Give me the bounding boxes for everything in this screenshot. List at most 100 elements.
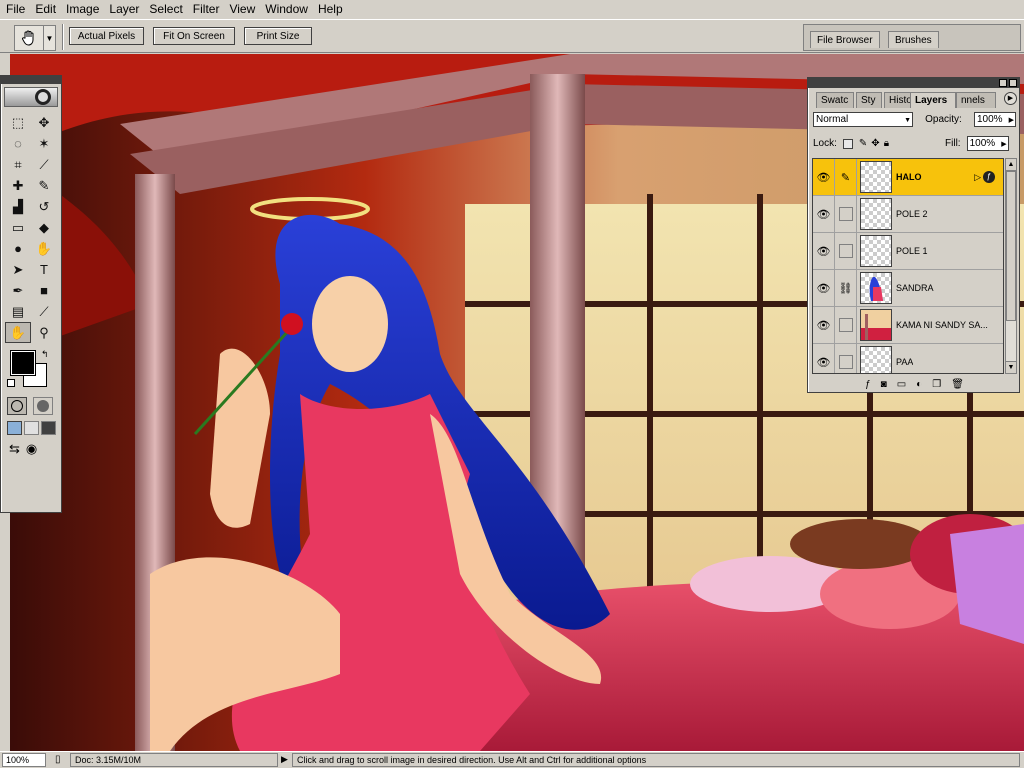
crop-tool-icon[interactable]: ⌗ [5, 154, 31, 175]
magic-wand-tool-icon[interactable]: ✶ [31, 133, 57, 154]
toolbox-titlebar[interactable] [1, 76, 61, 84]
fill-slider-arrow-icon[interactable]: ▶ [1001, 138, 1006, 151]
zoom-level-field[interactable]: 100% [2, 753, 46, 767]
jump-to-imageready-icon[interactable]: ⇆ [9, 441, 20, 457]
add-layer-mask-icon[interactable]: ◙ [881, 379, 887, 390]
effects-arrow-icon[interactable]: ▷ [974, 172, 981, 183]
photoshop-logo[interactable] [4, 87, 58, 107]
palette-menu-arrow-icon[interactable]: ▶ [1004, 92, 1017, 105]
add-layer-style-icon[interactable]: ƒ [865, 379, 871, 390]
lock-position-icon[interactable]: ✥ [871, 138, 879, 149]
tab-channels[interactable]: nnels [956, 92, 996, 108]
history-brush-tool-icon[interactable]: ↺ [31, 196, 57, 217]
path-selection-tool-icon[interactable]: ➤ [5, 259, 31, 280]
scroll-up-icon[interactable]: ▲ [1006, 159, 1016, 171]
eye-icon[interactable]: 👁︎ [813, 196, 835, 232]
menu-image[interactable]: Image [62, 0, 105, 19]
tab-layers[interactable]: Layers [910, 92, 956, 108]
link-toggle[interactable] [835, 233, 857, 269]
layer-name[interactable]: SANDRA [896, 283, 934, 293]
notes-tool-icon[interactable]: ▤ [5, 301, 31, 322]
dodge-tool-icon[interactable]: ✋ [31, 238, 57, 259]
brush-tool-icon[interactable]: ✎ [31, 175, 57, 196]
eyedropper-tool-icon[interactable]: ⟋ [31, 301, 57, 322]
layer-name[interactable]: POLE 2 [896, 209, 928, 219]
new-adjustment-layer-icon[interactable]: ◐ [916, 379, 922, 390]
link-toggle[interactable] [835, 307, 857, 343]
lock-all-icon[interactable]: 🔒︎ [884, 138, 889, 149]
status-menu-arrow-icon[interactable]: ▶ [281, 754, 288, 765]
actual-pixels-button[interactable]: Actual Pixels [69, 27, 144, 45]
tab-swatches[interactable]: Swatc [816, 92, 854, 108]
eraser-tool-icon[interactable]: ▭ [5, 217, 31, 238]
layers-scrollbar[interactable]: ▲ ▼ [1005, 158, 1017, 374]
layer-name[interactable]: POLE 1 [896, 246, 928, 256]
menu-filter[interactable]: Filter [189, 0, 226, 19]
tool-preset-picker[interactable]: ▼ [14, 25, 56, 51]
link-toggle[interactable] [835, 344, 857, 373]
lock-transparency-icon[interactable] [842, 138, 853, 149]
eye-icon[interactable]: 👁︎ [813, 159, 835, 195]
layer-name[interactable]: HALO [896, 172, 922, 182]
menu-file[interactable]: File [2, 0, 31, 19]
opacity-field[interactable]: 100% ▶ [974, 112, 1016, 127]
chain-link-icon[interactable]: ⛓︎ [835, 270, 857, 306]
marquee-tool-icon[interactable]: ⬚ [5, 112, 31, 133]
delete-layer-icon[interactable]: 🗑︎ [951, 379, 964, 390]
menu-view[interactable]: View [225, 0, 261, 19]
fill-field[interactable]: 100% ▶ [966, 136, 1009, 151]
scroll-down-icon[interactable]: ▼ [1006, 361, 1016, 373]
move-tool-icon[interactable]: ✥ [31, 112, 57, 133]
lock-image-pixels-icon[interactable]: ✎ [859, 138, 867, 149]
fit-on-screen-button[interactable]: Fit On Screen [153, 27, 235, 45]
eye-icon[interactable]: 👁︎ [813, 307, 835, 343]
layer-row-paa[interactable]: 👁︎ PAA [813, 344, 1003, 373]
standard-screen-mode-icon[interactable] [7, 421, 22, 435]
print-size-button[interactable]: Print Size [244, 27, 312, 45]
menu-select[interactable]: Select [145, 0, 188, 19]
palette-well-tab-file-browser[interactable]: File Browser [810, 31, 880, 48]
layer-row-sandra[interactable]: 👁︎ ⛓︎ SANDRA [813, 270, 1003, 307]
tab-histogram[interactable]: Histo [884, 92, 912, 108]
paint-bucket-tool-icon[interactable]: ◆ [31, 217, 57, 238]
scrollbar-thumb[interactable] [1006, 171, 1016, 321]
menu-layer[interactable]: Layer [105, 0, 145, 19]
layer-name[interactable]: PAA [896, 357, 913, 367]
layers-palette-titlebar[interactable] [808, 78, 1019, 88]
new-layer-set-icon[interactable]: ▭ [897, 379, 906, 390]
lasso-tool-icon[interactable]: ◌ [5, 133, 31, 154]
standard-mode-icon[interactable] [7, 397, 27, 415]
hand-tool-icon[interactable]: ✋ [5, 322, 31, 343]
layer-name[interactable]: KAMA NI SANDY SA... [896, 320, 988, 330]
layer-row-pole-1[interactable]: 👁︎ POLE 1 [813, 233, 1003, 270]
clone-stamp-tool-icon[interactable]: ▟ [5, 196, 31, 217]
full-screen-menu-mode-icon[interactable] [24, 421, 39, 435]
close-icon[interactable] [1009, 79, 1017, 87]
menu-window[interactable]: Window [261, 0, 314, 19]
opacity-slider-arrow-icon[interactable]: ▶ [1009, 114, 1014, 127]
blend-mode-select[interactable]: Normal ▼ [813, 112, 913, 127]
eye-icon[interactable]: 👁︎ [813, 270, 835, 306]
tab-styles[interactable]: Sty [856, 92, 882, 108]
brush-link-icon[interactable]: ✎ [835, 159, 857, 195]
menu-edit[interactable]: Edit [31, 0, 62, 19]
swap-colors-icon[interactable]: ↰ [41, 349, 49, 360]
minimize-icon[interactable] [999, 79, 1007, 87]
eye-icon[interactable]: 👁︎ [813, 344, 835, 373]
jump-to-app-icon[interactable]: ◉ [26, 441, 37, 457]
slice-tool-icon[interactable]: ⟋ [31, 154, 57, 175]
default-colors-icon[interactable] [7, 379, 15, 387]
shape-tool-icon[interactable]: ■ [31, 280, 57, 301]
healing-brush-tool-icon[interactable]: ✚ [5, 175, 31, 196]
pen-tool-icon[interactable]: ✒ [5, 280, 31, 301]
new-layer-icon[interactable]: ❐ [932, 379, 941, 390]
link-toggle[interactable] [835, 196, 857, 232]
blur-tool-icon[interactable]: ● [5, 238, 31, 259]
type-tool-icon[interactable]: T [31, 259, 57, 280]
layer-row-halo[interactable]: 👁︎ ✎ HALO ▷ ƒ [813, 159, 1003, 196]
menu-help[interactable]: Help [314, 0, 349, 19]
layer-row-pole-2[interactable]: 👁︎ POLE 2 [813, 196, 1003, 233]
full-screen-mode-icon[interactable] [41, 421, 56, 435]
layer-row-kama-ni-sandy[interactable]: 👁︎ KAMA NI SANDY SA... [813, 307, 1003, 344]
quick-mask-mode-icon[interactable] [33, 397, 53, 415]
